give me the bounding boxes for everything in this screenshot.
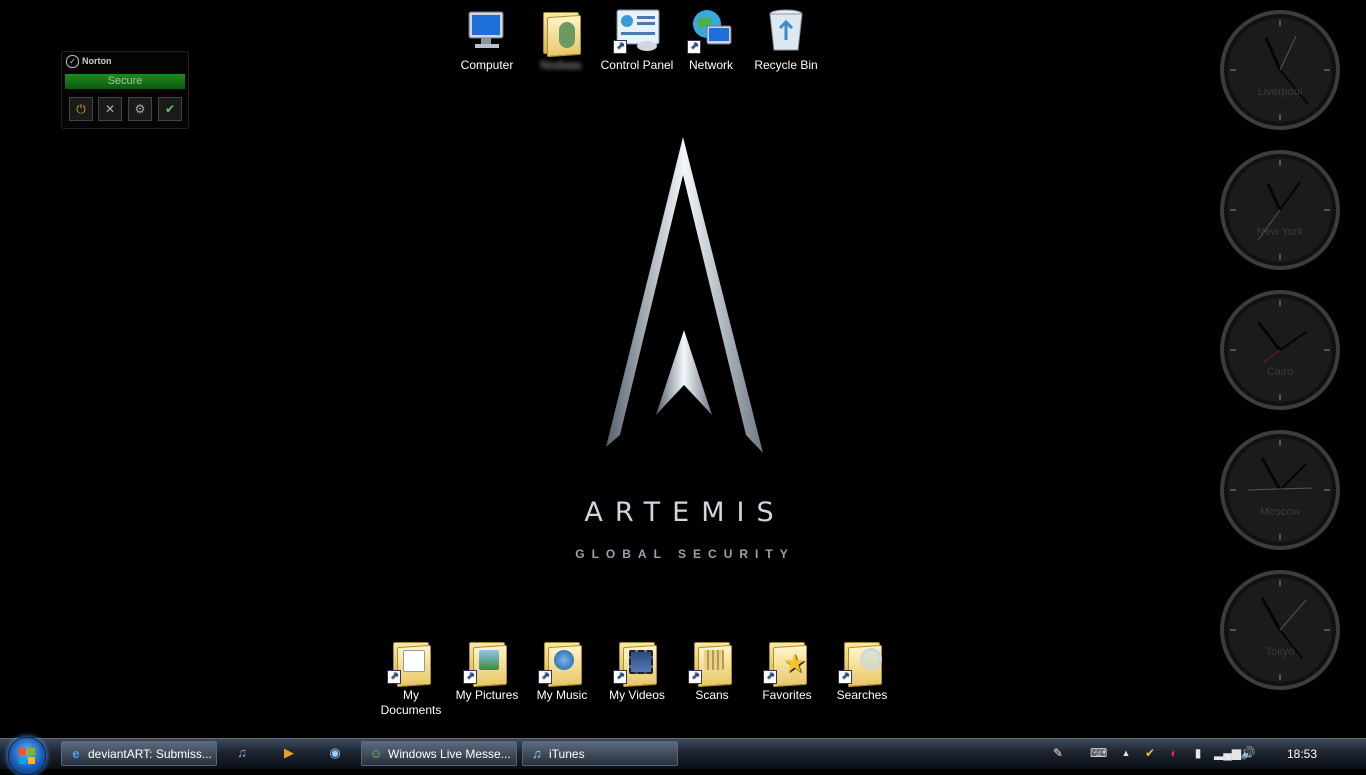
desktop-icon-label: Favorites <box>762 688 812 702</box>
windows-logo-icon <box>19 748 35 764</box>
norton-check-icon: ✓ <box>66 55 79 68</box>
desktop-icon-network[interactable]: ↗ Network <box>674 6 748 73</box>
control-panel-icon: ↗ <box>613 6 661 54</box>
desktop-icon-favorites[interactable]: ★ ↗ Favorites <box>750 636 824 703</box>
desktop-icon-label: My Videos <box>609 688 665 702</box>
taskbar-clock[interactable]: 18:53 <box>1272 739 1332 769</box>
itunes-icon: ♫ <box>532 746 542 761</box>
artemis-logo: ARTEMIS GLOBAL SECURITY <box>560 135 810 575</box>
clock-city-label: Tokyo <box>1265 646 1295 658</box>
clock-city-label: Moscow <box>1259 506 1301 518</box>
norton-protect-icon[interactable]: ✔ <box>158 97 182 121</box>
taskbar-button-label: deviantART: Submiss... <box>88 747 212 761</box>
clock-city-label: New York <box>1256 226 1304 238</box>
norton-power-icon[interactable]: ⏻ <box>69 97 93 121</box>
media-player-icon[interactable]: ▶ <box>280 744 298 762</box>
desktop-icon-label: Searches <box>836 688 888 702</box>
taskbar: e deviantART: Submiss... ♫ ▶ ◉ ☺ Windows… <box>0 737 1366 775</box>
desktop-icon-my-documents[interactable]: ↗ My Documents <box>374 636 448 718</box>
desktop-icon-control-panel[interactable]: ↗ Control Panel <box>600 6 674 73</box>
computer-icon <box>463 6 511 54</box>
signal-icon[interactable]: ▂▄▆ <box>1214 745 1241 761</box>
keyboard-icon[interactable]: ⌨ <box>1090 745 1107 761</box>
clock-face-icon <box>1220 150 1340 270</box>
clock-gadget[interactable]: Cairo <box>1218 288 1342 412</box>
camera-icon[interactable]: ◉ <box>326 744 344 762</box>
norton-tray-icon[interactable]: ✔ <box>1142 745 1158 761</box>
clock-city-label: Cairo <box>1266 366 1294 378</box>
music-folder-icon: ↗ <box>538 636 586 688</box>
battery-icon[interactable]: ▮ <box>1190 745 1206 761</box>
clock-city-label: Liverpool <box>1257 86 1303 98</box>
documents-folder-icon: ↗ <box>387 636 435 688</box>
taskbar-button-itunes[interactable]: ♫ iTunes <box>522 741 678 766</box>
desktop-icon-searches[interactable]: ↗ Searches <box>825 636 899 703</box>
taskbar-button-ie[interactable]: e deviantART: Submiss... <box>61 741 217 766</box>
desktop-icon-my-pictures[interactable]: ↗ My Pictures <box>450 636 524 703</box>
clock-gadget[interactable]: Moscow <box>1218 428 1342 552</box>
desktop-icon-label: My Pictures <box>455 688 519 702</box>
desktop-icon-my-music[interactable]: ↗ My Music <box>525 636 599 703</box>
clock-face-icon <box>1220 570 1340 690</box>
desktop-icon-label: Network <box>688 58 733 72</box>
desktop-icon-recycle-bin[interactable]: Recycle Bin <box>749 6 823 73</box>
clock-face-icon <box>1220 430 1340 550</box>
desktop-icon-scans[interactable]: ↗ Scans <box>675 636 749 703</box>
desktop-icon-label: My Documents <box>380 688 442 717</box>
norton-header: ✓ Norton <box>66 55 112 68</box>
norton-settings-icon[interactable]: ⚙ <box>128 97 152 121</box>
taskbar-button-label: Windows Live Messe... <box>388 747 511 761</box>
favorites-folder-icon: ★ ↗ <box>763 636 811 688</box>
clock-gadget[interactable]: Tokyo <box>1218 568 1342 692</box>
desktop-icon-label: Scans <box>695 688 729 702</box>
desktop-icon-label: Computer <box>460 58 514 72</box>
desktop-icon-label: Recycle Bin <box>754 58 818 72</box>
network-icon: ↗ <box>687 6 735 54</box>
desktop-icon-label: My Music <box>536 688 588 702</box>
wallpaper-wordmark: ARTEMIS <box>584 497 786 528</box>
ie-icon: e <box>72 746 80 761</box>
artemis-emblem-icon <box>606 137 763 453</box>
recycle-bin-icon <box>762 6 810 54</box>
show-hidden-icon[interactable]: ▲ <box>1118 745 1134 761</box>
volume-icon[interactable]: 🔊 <box>1240 745 1256 761</box>
messenger-icon: ☺ <box>369 746 383 761</box>
desktop-icon-computer[interactable]: Computer <box>450 6 524 73</box>
clock-gadget[interactable]: Liverpool <box>1218 8 1342 132</box>
clock-face-icon <box>1220 10 1340 130</box>
taskbar-button-messenger[interactable]: ☺ Windows Live Messe... <box>361 741 517 766</box>
itunes-icon[interactable]: ♫ <box>233 744 251 762</box>
desktop-icon-label: Control Panel <box>600 58 674 72</box>
searches-folder-icon: ↗ <box>838 636 886 688</box>
norton-gadget[interactable]: ✓ Norton Secure ⏻ ✕ ⚙ ✔ <box>61 51 189 129</box>
videos-folder-icon: ↗ <box>613 636 661 688</box>
start-button[interactable] <box>8 737 46 775</box>
pen-tablet-icon[interactable]: ✎ <box>1050 745 1066 761</box>
clock-gadget[interactable]: New York <box>1218 148 1342 272</box>
wallpaper-tagline: GLOBAL SECURITY <box>575 547 795 561</box>
pictures-folder-icon: ↗ <box>463 636 511 688</box>
desktop-icon-user-folder[interactable]: Nodaas <box>524 6 598 73</box>
norton-status: Secure <box>65 74 185 89</box>
antivirus-tray-icon[interactable]: ◐ <box>1166 745 1182 761</box>
scans-folder-icon: ↗ <box>688 636 736 688</box>
clock-face-icon <box>1220 290 1340 410</box>
desktop-icon-label: Nodaas <box>540 58 582 72</box>
taskbar-button-label: iTunes <box>549 747 585 761</box>
norton-brand: Norton <box>82 56 112 66</box>
desktop-icon-my-videos[interactable]: ↗ My Videos <box>600 636 674 703</box>
norton-tools-icon[interactable]: ✕ <box>98 97 122 121</box>
user-folder-icon <box>537 6 585 58</box>
